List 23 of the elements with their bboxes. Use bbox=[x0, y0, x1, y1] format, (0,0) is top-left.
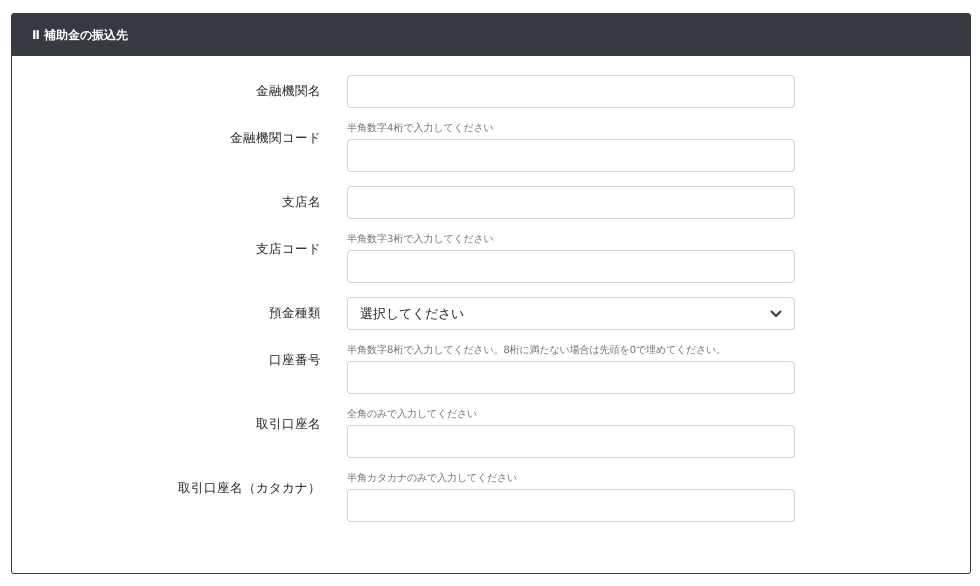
field-label: 預金種類 bbox=[268, 304, 321, 322]
input-field[interactable] bbox=[347, 250, 795, 283]
field-label: 支店コード bbox=[255, 240, 321, 258]
field-label: 取引口座名 bbox=[255, 415, 321, 433]
select-field[interactable]: 選択してください bbox=[347, 297, 795, 330]
field-label: 口座番号 bbox=[268, 351, 321, 369]
field-hint: 半角数字3桁で入力してください bbox=[347, 233, 494, 246]
input-field[interactable] bbox=[347, 489, 795, 522]
field-hint: 半角数字4桁で入力してください bbox=[347, 122, 494, 135]
input-field[interactable] bbox=[347, 425, 795, 458]
field-label: 支店名 bbox=[281, 193, 321, 211]
field-label: 金融機関コード bbox=[229, 129, 321, 147]
field-label: 取引口座名（カタカナ） bbox=[177, 479, 321, 497]
field-hint: 全角のみで入力してください bbox=[347, 408, 478, 421]
input-field[interactable] bbox=[347, 361, 795, 394]
chevron-down-icon bbox=[770, 310, 782, 318]
input-field[interactable] bbox=[347, 139, 795, 172]
field-label: 金融機関名 bbox=[255, 82, 321, 100]
field-hint: 半角数字8桁で入力してください。8桁に満たない場合は先頭を0で埋めてください。 bbox=[347, 344, 728, 357]
section-title: Ⅱ 補助金の振込先 bbox=[32, 26, 128, 44]
field-hint: 半角カタカナのみで入力してください bbox=[347, 472, 518, 485]
input-field[interactable] bbox=[347, 186, 795, 219]
input-field[interactable] bbox=[347, 75, 795, 108]
